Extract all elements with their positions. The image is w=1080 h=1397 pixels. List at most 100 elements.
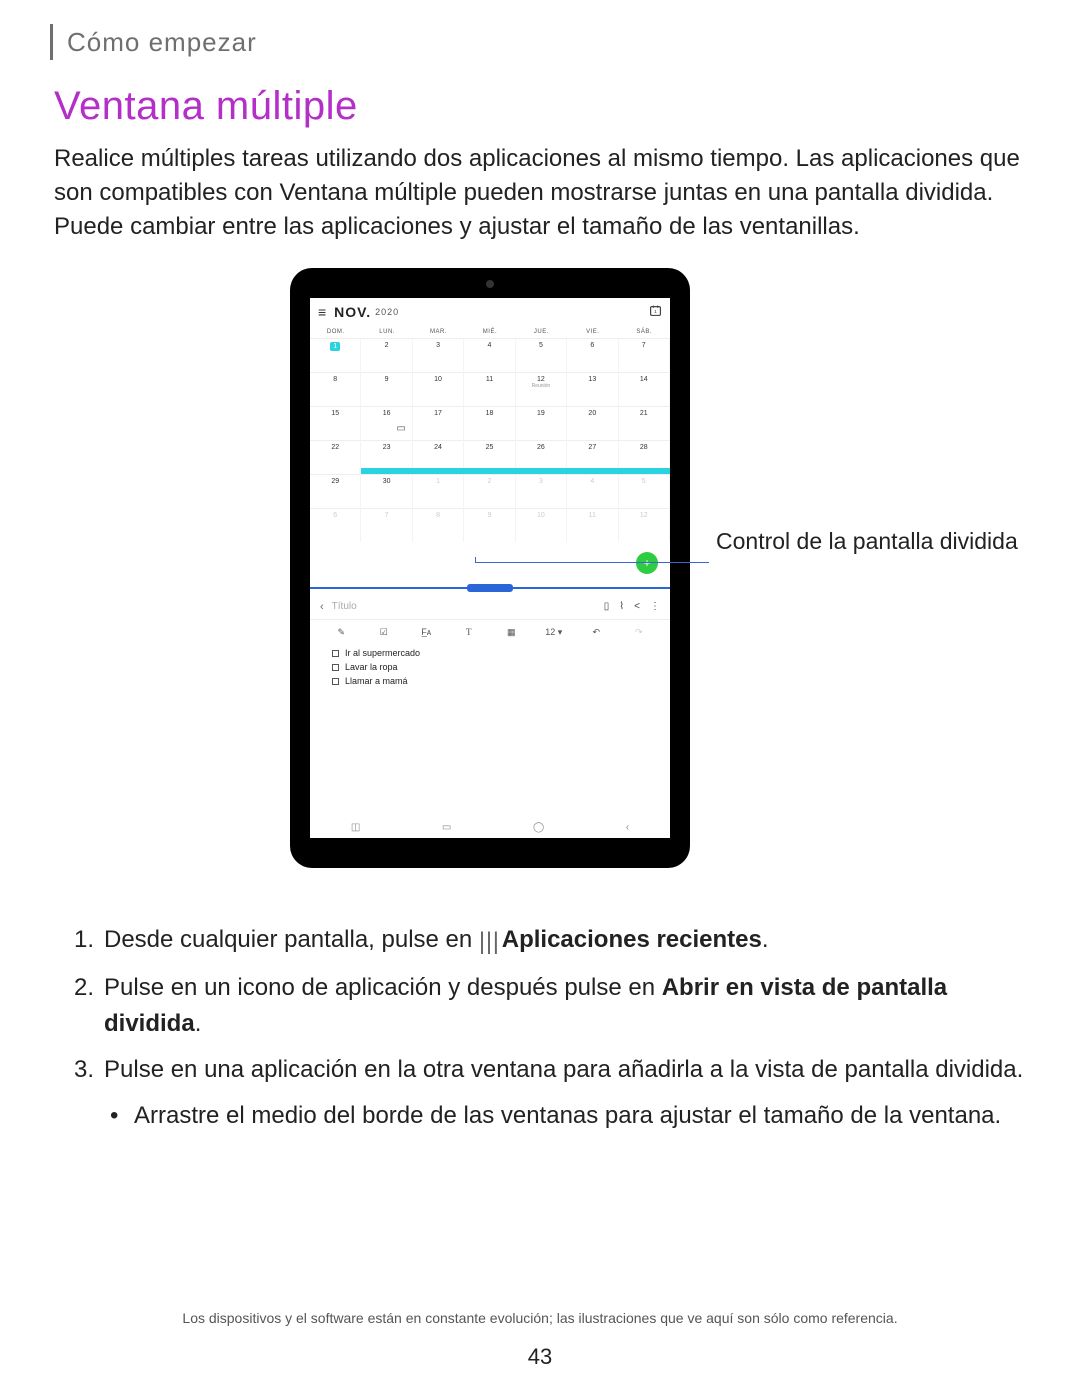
intro-paragraph: Realice múltiples tareas utilizando dos … <box>54 142 1034 244</box>
cal-day[interactable]: 28 <box>619 440 670 474</box>
cal-day[interactable]: 2 <box>361 338 412 372</box>
cal-day[interactable]: 11 <box>464 372 515 406</box>
pen-icon[interactable]: ✎ <box>320 627 363 638</box>
dow: MAR. <box>413 326 464 338</box>
font-size-select[interactable]: 12 ▾ <box>533 627 576 638</box>
dow: DOM. <box>310 326 361 338</box>
cal-day[interactable]: 1 <box>413 474 464 508</box>
cal-day[interactable]: 9 <box>464 508 515 542</box>
callout-connector <box>475 562 709 563</box>
cal-day[interactable]: 19 <box>516 406 567 440</box>
breadcrumb: Cómo empezar <box>50 24 257 60</box>
cal-day[interactable]: 10 <box>516 508 567 542</box>
menu-icon[interactable]: ≡ <box>318 304 326 320</box>
share-icon[interactable]: < <box>634 601 640 612</box>
cal-day[interactable]: 25 <box>464 440 515 474</box>
cal-day[interactable]: 9 <box>361 372 412 406</box>
cal-day[interactable]: 2 <box>464 474 515 508</box>
cal-day[interactable]: 12 <box>619 508 670 542</box>
attach-icon[interactable]: ⌇ <box>619 601 624 612</box>
cal-day[interactable]: 10 <box>413 372 464 406</box>
add-event-button[interactable]: + <box>636 552 658 574</box>
cal-day[interactable]: 17 <box>413 406 464 440</box>
tablet-frame: ≡ NOV. 2020 1 DOM. LUN. MAR. MIÉ. JUE. V… <box>290 268 690 868</box>
checkbox-icon[interactable]: ☑ <box>363 627 406 638</box>
redo-icon[interactable]: ↷ <box>618 627 661 638</box>
back-icon[interactable]: ‹ <box>320 601 324 613</box>
cal-day[interactable]: 21 <box>619 406 670 440</box>
cal-day[interactable]: 6 <box>567 338 618 372</box>
step-3-sub: Arrastre el medio del borde de las venta… <box>104 1098 1034 1134</box>
calendar-month: NOV. <box>334 304 371 320</box>
checkbox-icon[interactable] <box>332 650 339 657</box>
cal-day[interactable]: 5 <box>619 474 670 508</box>
step-1: 1. Desde cualquier pantalla, pulse en | … <box>74 922 1034 960</box>
cal-day[interactable]: 30 <box>361 474 412 508</box>
camera-dot <box>486 280 494 288</box>
more-icon[interactable]: ⋮ <box>650 601 660 612</box>
back-nav-icon[interactable]: ‹ <box>626 822 629 833</box>
tablet-figure: ≡ NOV. 2020 1 DOM. LUN. MAR. MIÉ. JUE. V… <box>290 268 690 868</box>
steps-list: 1. Desde cualquier pantalla, pulse en | … <box>74 922 1034 1144</box>
step-3: 3. Pulse en una aplicación en la otra ve… <box>74 1052 1034 1134</box>
layout-icon[interactable]: ▦ <box>490 627 533 638</box>
dow: SÁB. <box>619 326 670 338</box>
note-item: Lavar la ropa <box>332 662 420 672</box>
tablet-screen: ≡ NOV. 2020 1 DOM. LUN. MAR. MIÉ. JUE. V… <box>310 298 670 838</box>
calendar-header: ≡ NOV. 2020 1 <box>310 298 670 326</box>
reading-mode-icon[interactable]: ▯ <box>604 601 610 612</box>
split-screen-handle[interactable] <box>467 584 513 592</box>
font-icon[interactable]: F̲ᴀ <box>405 627 448 637</box>
cal-day[interactable]: 18 <box>464 406 515 440</box>
cal-day[interactable]: 16▭ <box>361 406 412 440</box>
home-nav-icon[interactable]: ◯ <box>533 822 544 833</box>
cal-day[interactable]: 22 <box>310 440 361 474</box>
cal-day[interactable]: 4 <box>464 338 515 372</box>
cal-day[interactable]: 23 <box>361 440 412 474</box>
cal-day[interactable]: 8 <box>310 372 361 406</box>
cal-day[interactable]: 3 <box>516 474 567 508</box>
cal-day[interactable]: 27 <box>567 440 618 474</box>
dow: LUN. <box>361 326 412 338</box>
text-icon[interactable]: T <box>448 627 491 637</box>
dow: MIÉ. <box>464 326 515 338</box>
calendar-grid: DOM. LUN. MAR. MIÉ. JUE. VIE. SÁB. 1 2 3… <box>310 326 670 542</box>
cal-day[interactable]: 8 <box>413 508 464 542</box>
cal-day[interactable]: 6 <box>310 508 361 542</box>
checkbox-icon[interactable] <box>332 664 339 671</box>
footer-note: Los dispositivos y el software están en … <box>0 1310 1080 1326</box>
undo-icon[interactable]: ↶ <box>575 627 618 638</box>
cal-day[interactable]: 7 <box>361 508 412 542</box>
cal-day[interactable]: 24 <box>413 440 464 474</box>
today-icon[interactable]: 1 <box>649 304 662 320</box>
cal-day[interactable]: 14 <box>619 372 670 406</box>
checkbox-icon[interactable] <box>332 678 339 685</box>
cal-day[interactable]: 5 <box>516 338 567 372</box>
cal-day[interactable]: 15 <box>310 406 361 440</box>
recents-nav-icon[interactable]: ▭ <box>442 822 451 833</box>
notes-body[interactable]: Ir al supermercado Lavar la ropa Llamar … <box>332 648 420 690</box>
cal-day[interactable]: 26 <box>516 440 567 474</box>
cal-day[interactable]: 13 <box>567 372 618 406</box>
cal-day[interactable]: 4 <box>567 474 618 508</box>
notes-toolbar: ✎ ☑ F̲ᴀ T ▦ 12 ▾ ↶ ↷ <box>310 620 670 644</box>
cal-day[interactable]: 1 <box>310 338 361 372</box>
breadcrumb-bar <box>50 24 53 60</box>
dow: VIE. <box>567 326 618 338</box>
calendar-year: 2020 <box>375 307 399 317</box>
notes-header: ‹ Título ▯ ⌇ < ⋮ <box>310 594 670 620</box>
callout-label: Control de la pantalla dividida <box>716 526 1018 556</box>
page-number: 43 <box>0 1344 1080 1370</box>
cal-day[interactable]: 3 <box>413 338 464 372</box>
cal-day[interactable]: 29 <box>310 474 361 508</box>
cal-day[interactable]: 20 <box>567 406 618 440</box>
multiwindow-nav-icon[interactable]: ◫ <box>351 822 360 833</box>
cal-day[interactable]: 7 <box>619 338 670 372</box>
cal-day[interactable]: 12Reunión <box>516 372 567 406</box>
cal-day[interactable]: 11 <box>567 508 618 542</box>
notes-title-placeholder[interactable]: Título <box>332 601 357 612</box>
note-item: Ir al supermercado <box>332 648 420 658</box>
android-navbar: ◫ ▭ ◯ ‹ <box>310 816 670 838</box>
breadcrumb-text: Cómo empezar <box>67 27 257 58</box>
page-title: Ventana múltiple <box>54 84 358 129</box>
